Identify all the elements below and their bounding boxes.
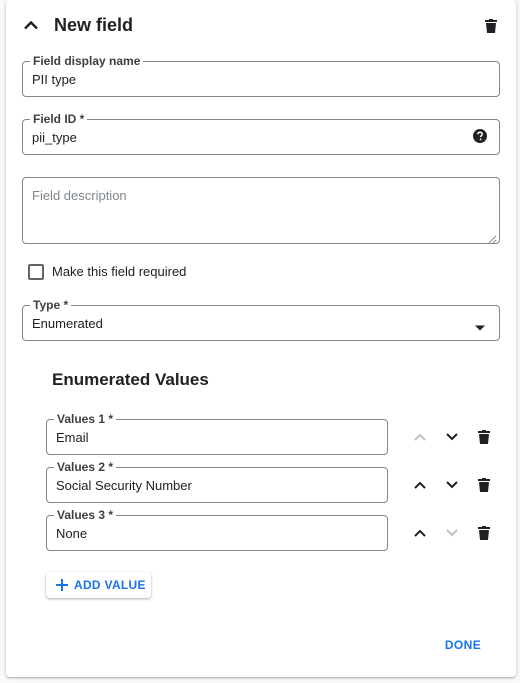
resize-handle-icon[interactable] bbox=[487, 231, 497, 244]
plus-icon bbox=[55, 578, 69, 592]
dropdown-arrow-icon[interactable] bbox=[474, 319, 486, 331]
enum-value-2-value[interactable]: Social Security Number bbox=[56, 478, 192, 494]
trash-icon[interactable] bbox=[480, 15, 502, 37]
type-select[interactable]: Type * Enumerated bbox=[22, 298, 500, 341]
move-down-icon[interactable] bbox=[441, 522, 463, 544]
field-id-field[interactable]: Field ID * pii_type bbox=[22, 112, 500, 155]
display-name-label: Field display name bbox=[30, 54, 144, 68]
move-up-icon[interactable] bbox=[409, 474, 431, 496]
help-circle-icon[interactable] bbox=[472, 128, 488, 144]
done-button[interactable]: DONE bbox=[438, 632, 488, 658]
enum-value-1-field[interactable]: Values 1 * Email bbox=[46, 412, 388, 455]
required-checkbox[interactable] bbox=[28, 264, 44, 280]
display-name-field[interactable]: Field display name PII type bbox=[22, 54, 500, 97]
trash-icon[interactable] bbox=[473, 474, 495, 496]
move-down-icon[interactable] bbox=[441, 474, 463, 496]
description-field[interactable]: Field description bbox=[22, 177, 500, 244]
move-up-icon[interactable] bbox=[409, 426, 431, 448]
enum-value-2-label: Values 2 * bbox=[54, 460, 117, 474]
chevron-up-icon[interactable] bbox=[20, 14, 42, 36]
card-title: New field bbox=[54, 15, 134, 35]
enumerated-values-title: Enumerated Values bbox=[52, 370, 209, 389]
add-value-label: ADD VALUE bbox=[74, 578, 146, 592]
new-field-card: New field Field display name PII type Fi… bbox=[6, 0, 516, 677]
field-id-label: Field ID * bbox=[30, 112, 88, 126]
add-value-button[interactable]: ADD VALUE bbox=[46, 572, 151, 598]
type-value: Enumerated bbox=[32, 316, 103, 331]
type-label: Type * bbox=[30, 298, 72, 312]
enum-value-1-value[interactable]: Email bbox=[56, 430, 89, 446]
display-name-value[interactable]: PII type bbox=[32, 72, 76, 88]
required-checkbox-label: Make this field required bbox=[52, 264, 187, 279]
trash-icon[interactable] bbox=[473, 426, 495, 448]
field-id-value[interactable]: pii_type bbox=[32, 130, 77, 146]
description-placeholder: Field description bbox=[32, 188, 127, 203]
enum-value-3-field[interactable]: Values 3 * None bbox=[46, 508, 388, 551]
enum-value-2-field[interactable]: Values 2 * Social Security Number bbox=[46, 460, 388, 503]
move-up-icon[interactable] bbox=[409, 522, 431, 544]
enum-value-1-label: Values 1 * bbox=[54, 412, 117, 426]
enum-value-3-value[interactable]: None bbox=[56, 526, 87, 542]
move-down-icon[interactable] bbox=[441, 426, 463, 448]
trash-icon[interactable] bbox=[473, 522, 495, 544]
enum-value-3-label: Values 3 * bbox=[54, 508, 117, 522]
